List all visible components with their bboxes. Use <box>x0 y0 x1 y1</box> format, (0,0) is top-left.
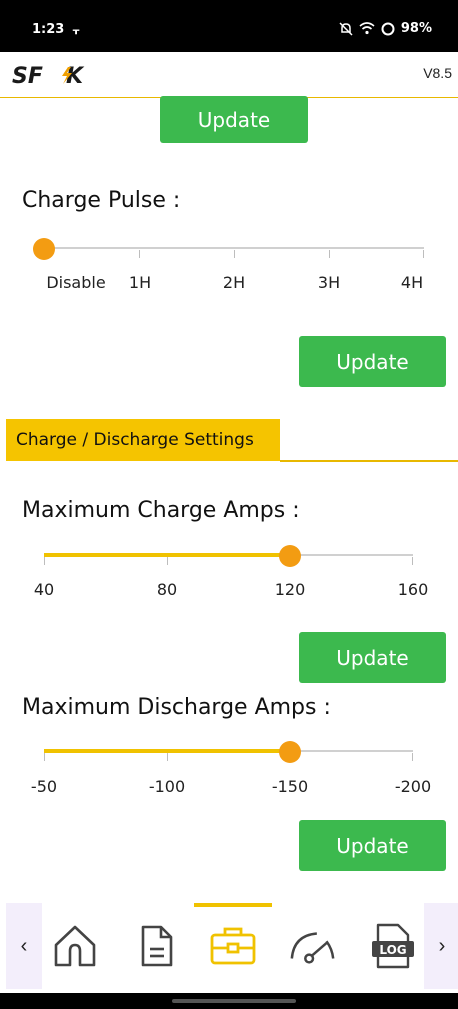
slider-tick <box>329 250 330 258</box>
charge-pulse-slider[interactable] <box>33 238 424 260</box>
max-charge-slider[interactable] <box>44 545 413 567</box>
clock: 1:23 <box>32 22 65 37</box>
home-gesture-pill[interactable] <box>172 999 296 1003</box>
discharge-tick-50: -50 <box>30 777 58 796</box>
pulse-option-1h: 1H <box>128 273 152 292</box>
nav-gauge[interactable] <box>288 921 338 971</box>
pulse-option-disable: Disable <box>46 273 106 292</box>
slider-thumb[interactable] <box>33 238 55 260</box>
document-icon <box>141 925 173 967</box>
wifi-icon <box>359 22 375 35</box>
max-discharge-slider[interactable] <box>44 741 413 763</box>
max-charge-title: Maximum Charge Amps : <box>22 498 300 523</box>
toolbox-icon <box>210 927 256 965</box>
svg-text:SF: SF <box>12 64 43 86</box>
charge-pulse-title: Charge Pulse : <box>22 188 181 213</box>
app-version: V8.5 <box>423 65 452 81</box>
status-icons: 98% <box>339 21 432 36</box>
battery-percent: 98% <box>400 21 432 36</box>
max-discharge-title: Maximum Discharge Amps : <box>22 695 331 720</box>
app-header: SF K V8.5 <box>0 52 458 98</box>
slider-thumb[interactable] <box>279 741 301 763</box>
gauge-icon <box>290 932 335 964</box>
nav-home[interactable] <box>50 921 100 971</box>
nav-document[interactable] <box>132 921 182 971</box>
bell-off-icon <box>339 21 353 36</box>
charge-tick-40: 40 <box>33 580 55 599</box>
home-icon <box>54 925 96 967</box>
discharge-tick-150: -150 <box>271 777 309 796</box>
nav-next-arrow[interactable]: › <box>424 903 458 989</box>
section-title: Charge / Discharge Settings <box>16 430 254 450</box>
pulse-option-3h: 3H <box>317 273 341 292</box>
nav-prev-arrow[interactable]: ‹ <box>6 903 42 989</box>
nav-log[interactable]: LOG <box>368 921 418 971</box>
usb-icon: ᚁ <box>72 25 80 36</box>
slider-tick <box>44 753 45 761</box>
slider-tick <box>234 250 235 258</box>
slider-tick <box>167 753 168 761</box>
battery-ring-icon <box>381 22 395 35</box>
sfk-logo: SF K <box>12 64 85 86</box>
slider-thumb[interactable] <box>279 545 301 567</box>
slider-tick <box>167 557 168 565</box>
nav-toolbox[interactable] <box>208 921 258 971</box>
slider-track <box>44 247 424 249</box>
section-divider <box>280 460 458 462</box>
slider-tick <box>44 557 45 565</box>
slider-tick <box>139 250 140 258</box>
slider-tick <box>412 557 413 565</box>
system-nav-bar <box>0 993 458 1009</box>
status-bar: 1:23 ᚁ 98% <box>0 0 458 52</box>
active-tab-indicator <box>194 903 272 907</box>
update-button-top[interactable]: Update <box>160 96 308 143</box>
charge-tick-120: 120 <box>274 580 306 599</box>
update-charge-pulse-button[interactable]: Update <box>299 336 446 387</box>
discharge-tick-100: -100 <box>148 777 186 796</box>
status-time: 1:23 ᚁ <box>32 22 79 37</box>
charge-tick-80: 80 <box>156 580 178 599</box>
slider-tick <box>423 250 424 258</box>
pulse-option-4h: 4H <box>400 273 424 292</box>
charge-tick-160: 160 <box>397 580 429 599</box>
discharge-tick-200: -200 <box>394 777 432 796</box>
logo: SF K <box>12 64 94 86</box>
log-icon: LOG <box>372 923 414 969</box>
slider-tick <box>412 753 413 761</box>
bottom-nav: ‹ LOG › <box>6 903 458 989</box>
pulse-option-2h: 2H <box>222 273 246 292</box>
update-max-discharge-button[interactable]: Update <box>299 820 446 871</box>
charge-discharge-section-header: Charge / Discharge Settings <box>6 419 280 461</box>
log-icon-text: LOG <box>379 943 406 957</box>
update-max-charge-button[interactable]: Update <box>299 632 446 683</box>
